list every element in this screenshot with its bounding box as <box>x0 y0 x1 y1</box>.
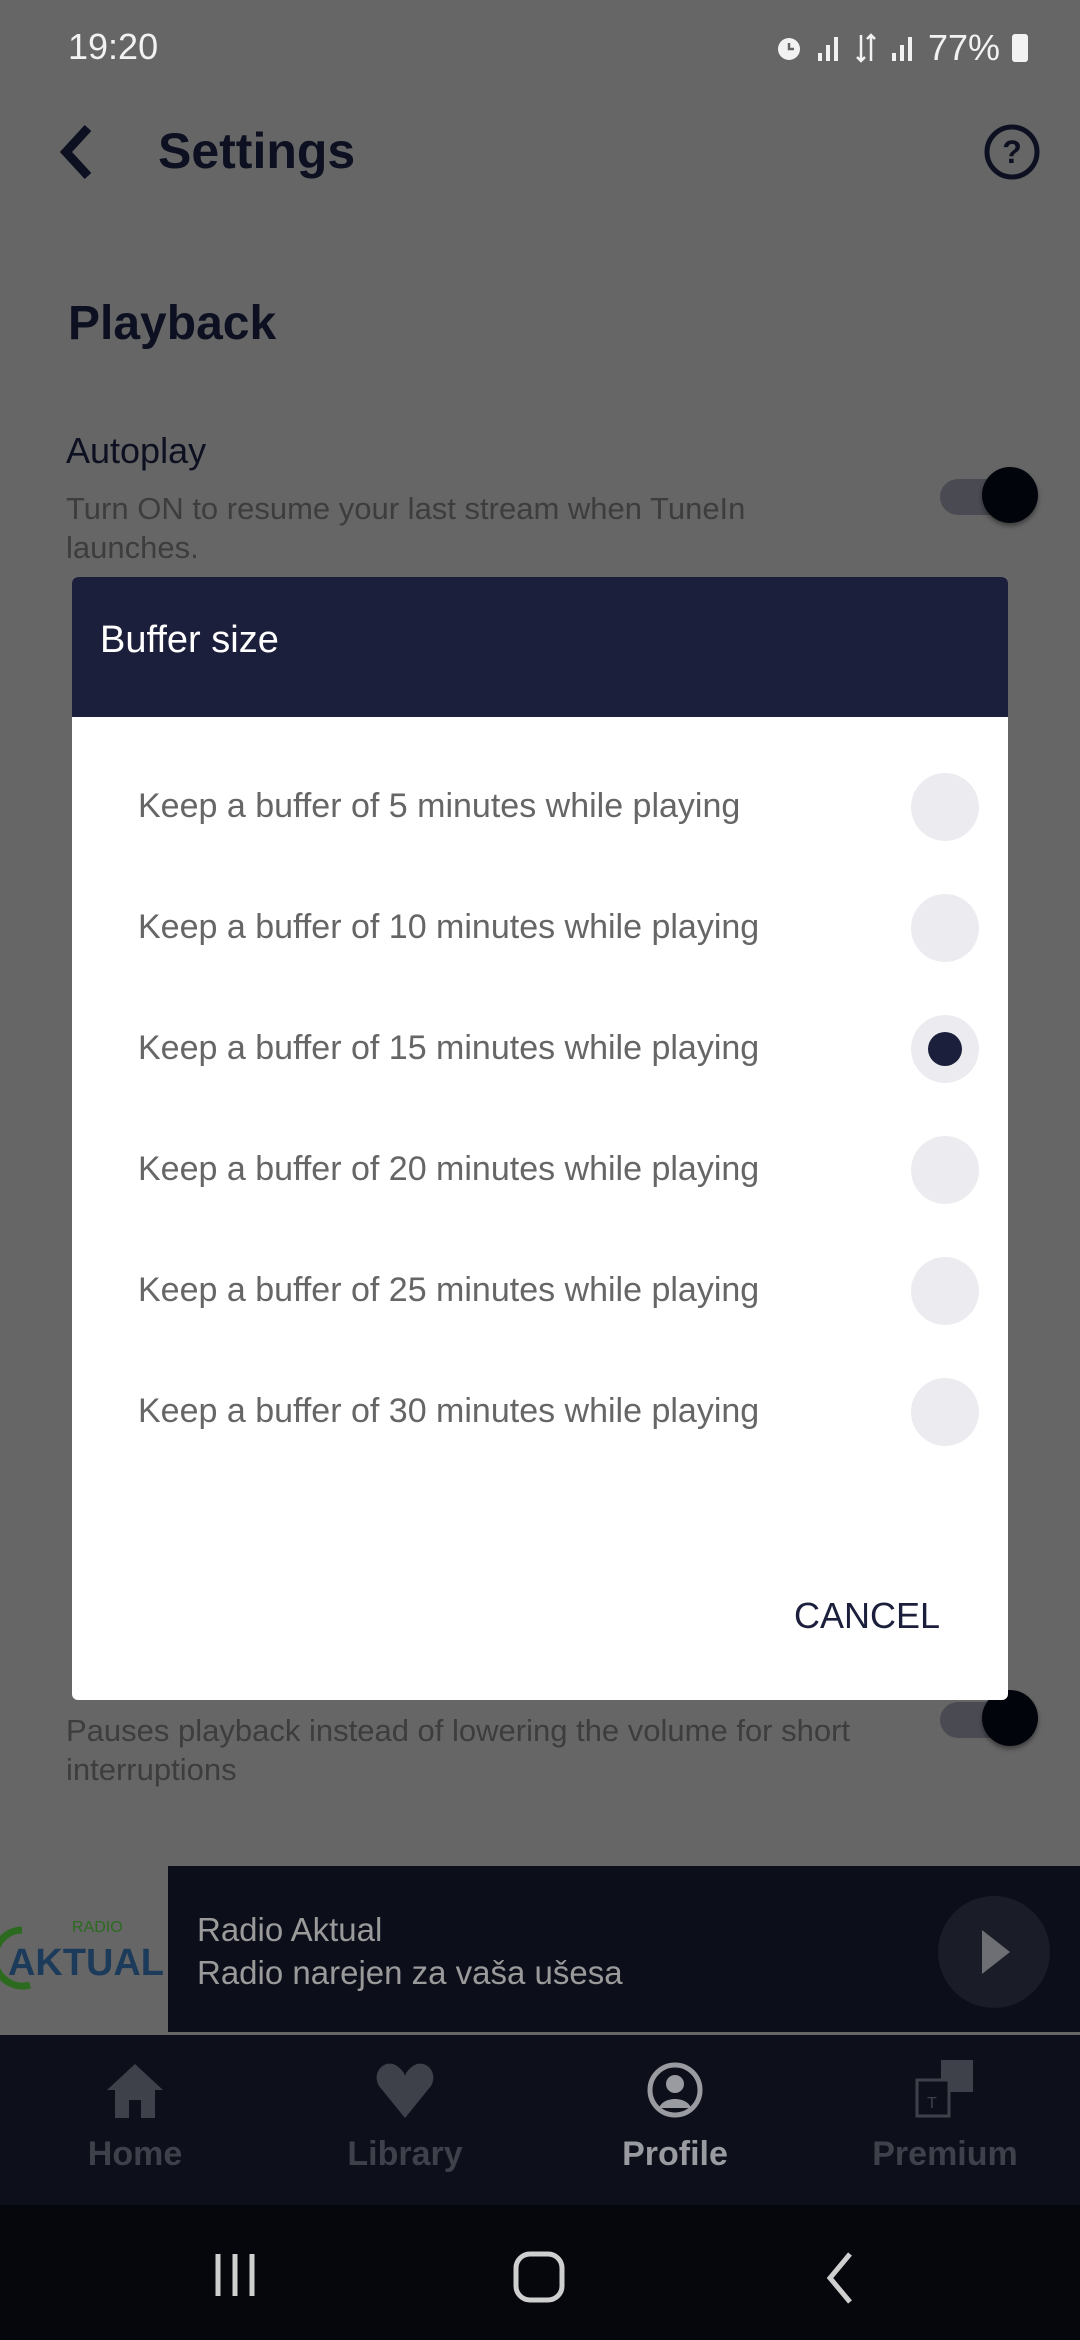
battery-level: 77% <box>927 27 1000 68</box>
status-time: 19:20 <box>68 26 159 67</box>
data-icon <box>856 33 876 63</box>
buffer-option-15[interactable]: Keep a buffer of 15 minutes while playin… <box>72 989 1008 1110</box>
radio-button[interactable] <box>911 1257 979 1325</box>
dialog-title: Buffer size <box>72 577 1008 717</box>
chevron-left-icon <box>59 124 92 180</box>
status-icons: 77% <box>728 26 1028 70</box>
back-button[interactable] <box>48 118 108 188</box>
back-system-icon[interactable] <box>820 2250 860 2306</box>
signal-icon <box>891 37 912 61</box>
setting-title: Autoplay <box>66 430 207 471</box>
radio-button[interactable] <box>911 1136 979 1204</box>
buffer-option-25[interactable]: Keep a buffer of 25 minutes while playin… <box>72 1231 1008 1352</box>
help-circle-icon: ? <box>984 124 1040 180</box>
mini-player[interactable]: Radio Aktual Radio narejen za vaša ušesa <box>168 1866 1080 2032</box>
nav-library[interactable]: Library <box>270 2035 540 2205</box>
station-subtitle: Radio narejen za vaša ušesa <box>197 1954 623 1991</box>
buffer-option-20[interactable]: Keep a buffer of 20 minutes while playin… <box>72 1110 1008 1231</box>
alarm-icon <box>777 38 800 60</box>
buffer-option-5[interactable]: Keep a buffer of 5 minutes while playing <box>72 747 1008 868</box>
radio-button-selected[interactable] <box>911 1015 979 1083</box>
buffer-option-10[interactable]: Keep a buffer of 10 minutes while playin… <box>72 868 1008 989</box>
buffer-option-30[interactable]: Keep a buffer of 30 minutes while playin… <box>72 1352 1008 1473</box>
svg-text:T: T <box>927 2095 937 2112</box>
page-title: Settings <box>158 123 356 179</box>
nav-profile[interactable]: Profile <box>540 2035 810 2205</box>
setting-desc: Pauses playback instead of lowering the … <box>66 1713 851 1787</box>
radio-button[interactable] <box>911 773 979 841</box>
status-bar: 19:20 77% <box>0 0 1080 95</box>
station-logo[interactable]: RADIO AKTUAL <box>0 1900 168 2000</box>
battery-icon <box>1012 34 1028 62</box>
premium-icon: T <box>915 2060 973 2118</box>
radio-button[interactable] <box>911 1378 979 1446</box>
svg-text:?: ? <box>1002 134 1022 170</box>
heart-icon <box>376 2063 434 2118</box>
setting-desc: Turn ON to resume your last stream when … <box>66 491 746 565</box>
svg-text:AKTUAL: AKTUAL <box>8 1942 164 1984</box>
profile-icon <box>647 2062 703 2118</box>
home-icon <box>107 2064 163 2118</box>
station-title: Radio Aktual <box>197 1911 383 1948</box>
section-title: Playback <box>68 297 277 350</box>
bottom-nav: Home Library Profile T Premium <box>0 2035 1080 2205</box>
signal-icon <box>817 37 838 61</box>
autoplay-toggle[interactable] <box>940 467 1038 523</box>
help-button[interactable]: ? <box>982 122 1042 182</box>
play-icon <box>982 1930 1010 1974</box>
play-button[interactable] <box>938 1896 1050 2008</box>
radio-button[interactable] <box>911 894 979 962</box>
recent-apps-icon[interactable] <box>210 2250 260 2300</box>
nav-premium[interactable]: T Premium <box>810 2035 1080 2205</box>
cancel-button[interactable]: CANCEL <box>794 1595 984 1637</box>
buffer-size-dialog: Buffer size Keep a buffer of 5 minutes w… <box>72 577 1008 1700</box>
nav-home[interactable]: Home <box>0 2035 270 2205</box>
home-system-icon[interactable] <box>512 2250 568 2306</box>
interruptions-toggle[interactable] <box>940 1690 1038 1746</box>
system-nav-bar <box>0 2205 1080 2340</box>
svg-text:RADIO: RADIO <box>72 1919 123 1936</box>
